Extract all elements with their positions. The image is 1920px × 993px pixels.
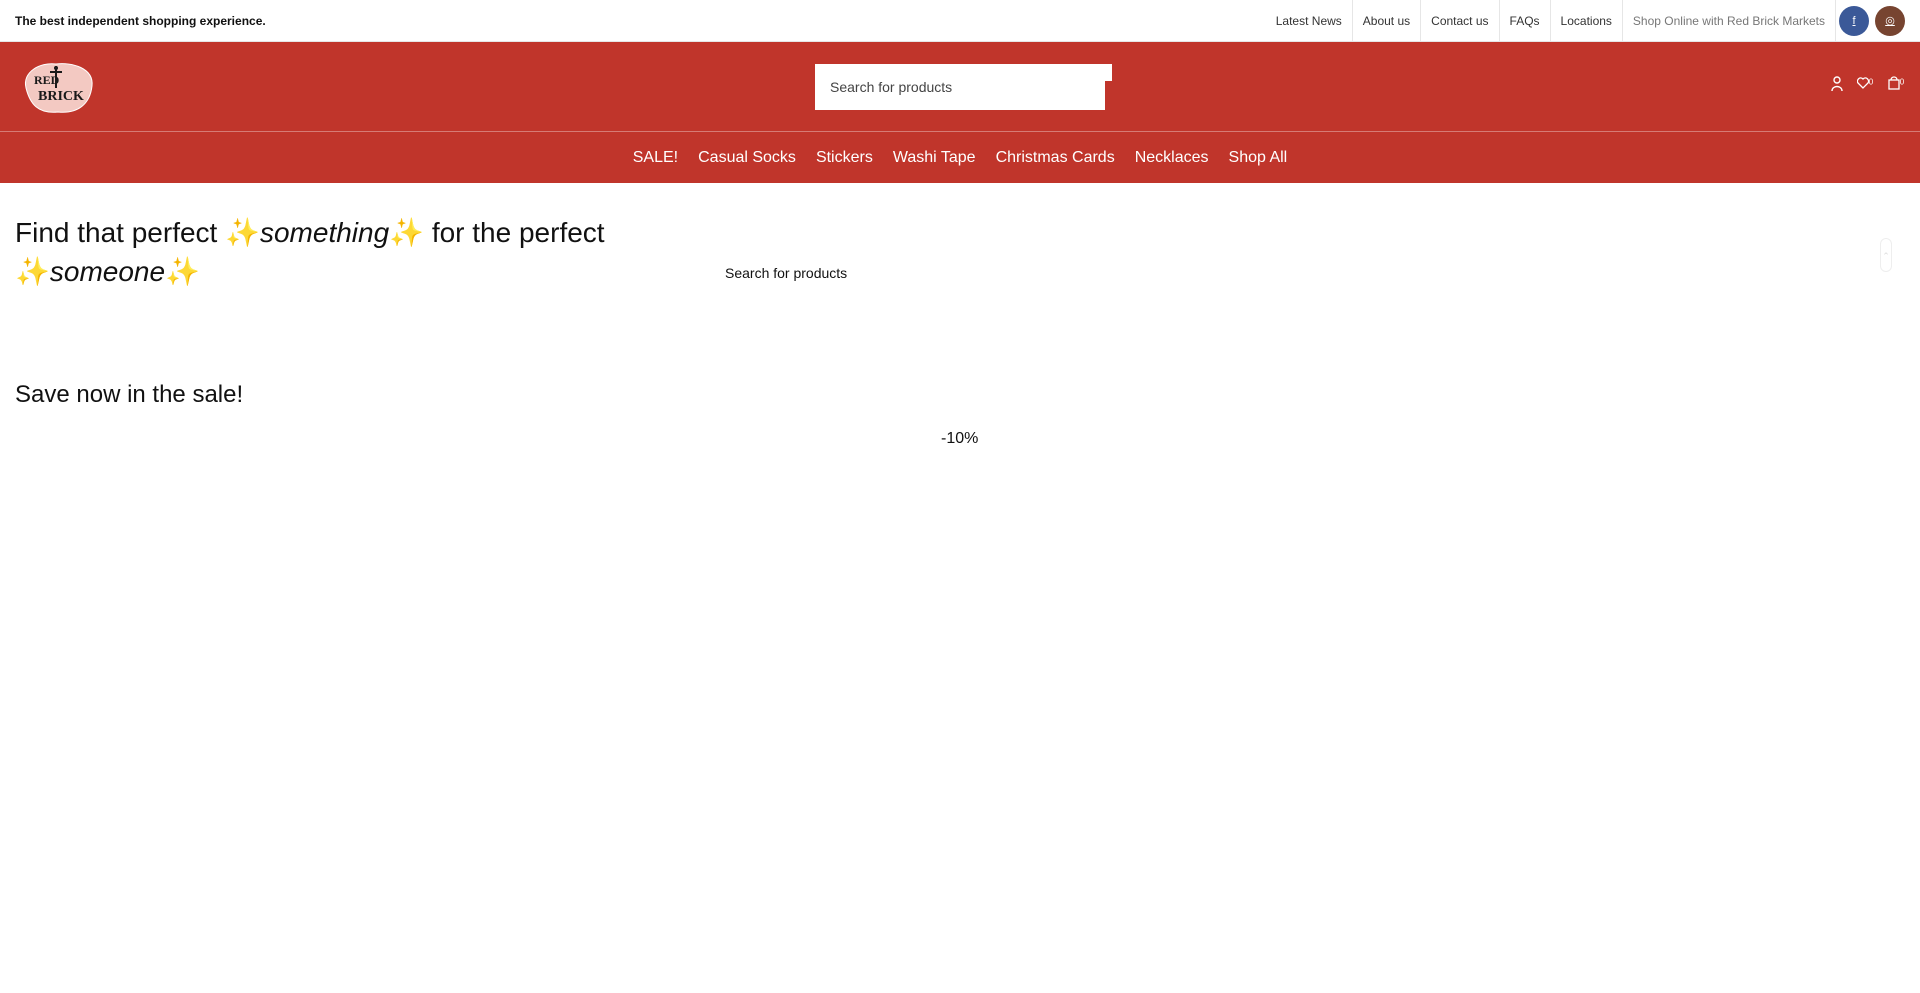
nav-item-washi-tape[interactable]: Washi Tape: [883, 149, 986, 167]
top-link-latest-news[interactable]: Latest News: [1266, 0, 1353, 42]
sparkles-icon: ✨: [15, 256, 50, 287]
account-icon[interactable]: [1827, 76, 1847, 98]
hero-title-something: something: [259, 217, 390, 248]
wishlist-icon[interactable]: 0: [1855, 76, 1875, 98]
nav-item-casual-socks[interactable]: Casual Socks: [688, 149, 806, 167]
top-link-locations[interactable]: Locations: [1551, 0, 1623, 42]
hero-search-input[interactable]: Search for products: [725, 265, 847, 281]
top-link-shop-online[interactable]: Shop Online with Red Brick Markets: [1623, 0, 1836, 42]
sale-heading: Save now in the sale!: [15, 381, 244, 408]
wishlist-count: 0: [1868, 77, 1874, 87]
site-logo[interactable]: RED BRICK: [20, 58, 96, 116]
hero-title-part2: for the perfect: [424, 217, 605, 248]
discount-badge: -10%: [941, 430, 979, 447]
svg-text:BRICK: BRICK: [38, 89, 84, 104]
hero-title: Find that perfect ✨something✨ for the pe…: [15, 213, 655, 291]
site-header: RED BRICK 0 0: [0, 42, 1920, 132]
main-nav: SALE! Casual Socks Stickers Washi Tape C…: [0, 132, 1920, 183]
cart-count: 0: [1899, 77, 1905, 87]
nav-item-stickers[interactable]: Stickers: [806, 149, 883, 167]
nav-item-shop-all[interactable]: Shop All: [1219, 149, 1298, 167]
hero-title-someone: someone: [49, 256, 166, 287]
top-link-about-us[interactable]: About us: [1353, 0, 1422, 42]
facebook-icon[interactable]: f: [1839, 6, 1869, 36]
nav-item-sale[interactable]: SALE!: [623, 149, 688, 167]
search-button[interactable]: [1105, 64, 1112, 81]
sparkles-icon: ✨: [389, 217, 425, 248]
top-link-faqs[interactable]: FAQs: [1500, 0, 1551, 42]
hero-title-part1: Find that perfect: [15, 217, 226, 248]
nav-item-necklaces[interactable]: Necklaces: [1125, 149, 1219, 167]
scroll-to-top-icon[interactable]: ⌃: [1880, 238, 1892, 272]
instagram-icon[interactable]: ◎: [1875, 6, 1905, 36]
cart-icon[interactable]: 0: [1886, 76, 1906, 98]
site-tagline: The best independent shopping experience…: [15, 14, 266, 28]
sparkles-icon: ✨: [165, 256, 200, 287]
nav-item-christmas-cards[interactable]: Christmas Cards: [986, 149, 1125, 167]
top-bar: The best independent shopping experience…: [0, 0, 1920, 42]
top-link-contact-us[interactable]: Contact us: [1421, 0, 1500, 42]
sparkles-icon: ✨: [225, 217, 260, 248]
top-links: Latest News About us Contact us FAQs Loc…: [1266, 0, 1836, 42]
header-search-input[interactable]: [815, 64, 1105, 110]
red-brick-logo-icon: RED BRICK: [24, 63, 93, 113]
